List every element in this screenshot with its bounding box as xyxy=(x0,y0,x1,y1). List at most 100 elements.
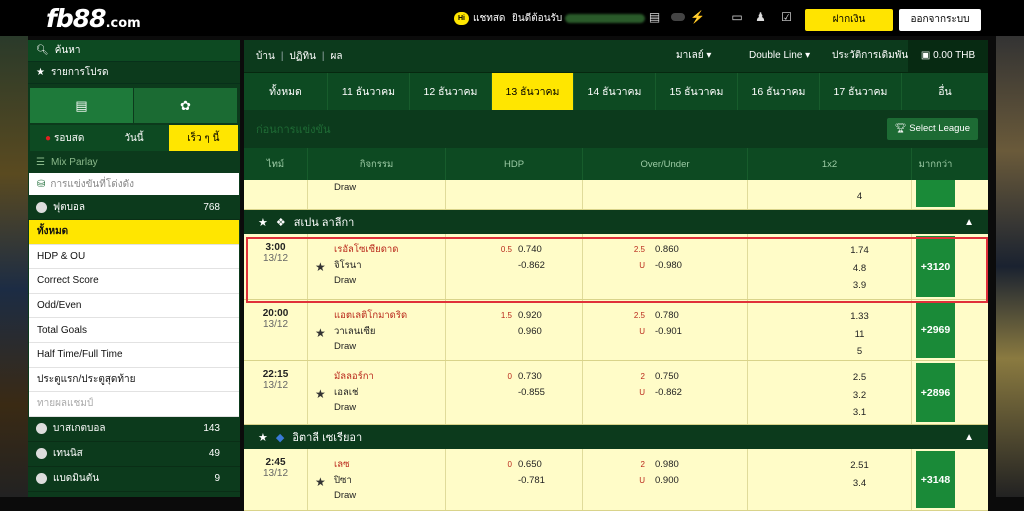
tab-date-15[interactable]: 15 ธันวาคม xyxy=(656,73,738,110)
league-header[interactable]: ★ ◆ อิตาลี เซเรียอา ▲ xyxy=(244,425,988,449)
more-markets-button[interactable]: +3148 xyxy=(916,451,955,508)
checklist-icon[interactable]: ☑ xyxy=(780,11,793,24)
soccer-ball-icon xyxy=(36,201,47,213)
draw-label: Draw xyxy=(334,402,357,413)
hdp-cell: 0 0.650 -0.781 xyxy=(446,449,583,510)
odds-x[interactable]: 4.8 xyxy=(808,260,911,278)
mix-parlay[interactable]: ☰ Mix Parlay xyxy=(28,151,240,173)
odds-hdp-away[interactable]: -0.781 xyxy=(518,473,545,489)
subitem-total-goals[interactable]: Total Goals xyxy=(29,318,239,343)
odds-hdp-away[interactable]: -0.862 xyxy=(518,258,545,274)
tab-date-16[interactable]: 16 ธันวาคม xyxy=(738,73,820,110)
sport-badminton[interactable]: แบดมินตัน 9 xyxy=(28,466,240,492)
more-markets-button[interactable]: +2969 xyxy=(916,302,955,358)
logout-button[interactable]: ออกจากระบบ xyxy=(899,9,981,31)
refresh-icon[interactable]: ⚡ xyxy=(690,11,705,24)
sport-basketball[interactable]: บาสเกตบอล 143 xyxy=(28,416,240,442)
odds-1[interactable]: 1.74 xyxy=(808,242,911,260)
star-icon[interactable]: ★ xyxy=(315,260,326,276)
star-icon[interactable]: ★ xyxy=(315,387,326,403)
subitem-outright[interactable]: ทายผลแชมป์ xyxy=(29,392,239,417)
tab-date-all[interactable]: ทั้งหมด xyxy=(244,73,328,110)
star-icon[interactable]: ★ xyxy=(315,475,326,491)
crumb-results[interactable]: ผล xyxy=(331,49,343,64)
odds-hdp-away[interactable]: 0.960 xyxy=(518,324,542,340)
laliga-logo-icon: ❖ xyxy=(275,216,286,229)
sport-football[interactable]: ฟุตบอล 768 xyxy=(28,195,240,220)
crumb-home[interactable]: บ้าน xyxy=(256,49,275,64)
subitem-hdp-ou[interactable]: HDP & OU xyxy=(29,244,239,270)
sport-tennis[interactable]: เทนนิส 49 xyxy=(28,441,240,467)
user-icon[interactable]: ♟ xyxy=(754,11,767,24)
odds-hdp-away[interactable]: -0.855 xyxy=(518,385,545,401)
odds-hdp-home[interactable]: 0.650 xyxy=(518,457,542,473)
tennis-label: เทนนิส xyxy=(53,448,83,460)
tab-live[interactable]: ● รอบสด xyxy=(30,125,100,151)
odds-under[interactable]: -0.862 xyxy=(655,385,682,401)
odds-over[interactable]: 0.780 xyxy=(655,308,679,324)
subitem-correct-score[interactable]: Correct Score xyxy=(29,269,239,294)
odds-1[interactable]: 2.5 xyxy=(808,369,911,387)
logo[interactable]: fb88.com xyxy=(46,4,141,33)
odds-2[interactable]: 3.1 xyxy=(808,404,911,422)
subitem-all[interactable]: ทั้งหมด xyxy=(29,220,239,245)
collapse-icon[interactable]: ▲ xyxy=(964,217,974,228)
odds-2[interactable]: 5 xyxy=(808,343,911,361)
odds-x[interactable]: 3.2 xyxy=(808,387,911,405)
statement-icon[interactable]: ▤ xyxy=(648,11,661,24)
odds-hdp-home[interactable]: 0.920 xyxy=(518,308,542,324)
more-markets-button[interactable]: +2896 xyxy=(916,363,955,422)
col-hdp: HDP xyxy=(446,148,583,180)
tab-date-other[interactable]: อื่น xyxy=(902,73,988,110)
live-chat-link[interactable]: Hi แชทสด xyxy=(454,0,505,36)
odds-x2[interactable]: 4 xyxy=(857,191,862,202)
tab-today[interactable]: วันนี้ xyxy=(99,125,169,151)
tab-date-17[interactable]: 17 ธันวาคม xyxy=(820,73,902,110)
more-markets-button[interactable]: +3120 xyxy=(916,236,955,297)
subitem-half-full[interactable]: Half Time/Full Time xyxy=(29,342,239,368)
more-markets-button[interactable] xyxy=(916,180,955,207)
tab-date-13[interactable]: 13 ธันวาคม xyxy=(492,73,574,110)
tab-date-12[interactable]: 12 ธันวาคม xyxy=(410,73,492,110)
star-icon[interactable]: ★ xyxy=(258,216,268,229)
odds-hdp-home[interactable]: 0.740 xyxy=(518,242,542,258)
collapse-icon[interactable]: ▲ xyxy=(964,432,974,443)
odds-x[interactable]: 3.4 xyxy=(808,475,911,493)
crumb-separator: | xyxy=(280,50,284,62)
odds-over[interactable]: 0.750 xyxy=(655,369,679,385)
odds-under[interactable]: -0.980 xyxy=(655,258,682,274)
bet-history-link[interactable]: ประวัติการเดิมพัน xyxy=(832,40,908,72)
odds-under[interactable]: -0.901 xyxy=(655,324,682,340)
favorites-row[interactable]: ★ รายการโปรด xyxy=(28,62,240,84)
search-row[interactable]: 🔍︎ ค้นหา xyxy=(28,40,240,62)
select-league-button[interactable]: 🏆︎ Select League xyxy=(886,118,978,140)
paw-icon[interactable]: ✿ xyxy=(134,88,237,123)
odds-over[interactable]: 0.980 xyxy=(655,457,679,473)
star-icon[interactable]: ★ xyxy=(258,431,268,444)
league-header[interactable]: ★ ❖ สเปน ลาลีกา ▲ xyxy=(244,210,988,234)
popular-matches[interactable]: ⛁ การแข่งขันที่โด่งดัง xyxy=(29,173,239,195)
list-view-icon[interactable]: ▤ xyxy=(30,88,133,123)
line-type-dropdown[interactable]: Double Line ▾ xyxy=(749,40,810,72)
odds-1[interactable]: 1.33 xyxy=(808,308,911,326)
table-header: ไทม์ กิจกรรม HDP Over/Under 1x2 มากกว่า xyxy=(244,148,988,180)
tab-date-14[interactable]: 14 ธันวาคม xyxy=(574,73,656,110)
promo-icon[interactable]: ▭ xyxy=(728,11,746,24)
odds-hdp-home[interactable]: 0.730 xyxy=(518,369,542,385)
subitem-odd-even[interactable]: Odd/Even xyxy=(29,293,239,319)
odds-x[interactable]: 11 xyxy=(808,326,911,344)
crumb-calendar[interactable]: ปฏิทิน xyxy=(289,49,316,64)
col-over-under: Over/Under xyxy=(583,148,748,180)
deposit-button[interactable]: ฝากเงิน xyxy=(805,9,893,31)
odds-1[interactable]: 2.51 xyxy=(808,457,911,475)
tab-date-11[interactable]: 11 ธันวาคม xyxy=(328,73,410,110)
star-icon[interactable]: ★ xyxy=(315,326,326,342)
odds-type-dropdown[interactable]: มาเลย์ ▾ xyxy=(676,40,711,72)
odds-over[interactable]: 0.860 xyxy=(655,242,679,258)
favorites-label: รายการโปรด xyxy=(50,67,109,78)
odds-under[interactable]: 0.900 xyxy=(655,473,679,489)
subitem-first-last-goal[interactable]: ประตูแรก/ประตูสุดท้าย xyxy=(29,367,239,393)
tab-early[interactable]: เร็ว ๆ นี้ xyxy=(168,125,238,151)
odds-2[interactable]: 3.9 xyxy=(808,277,911,295)
under-marker: U xyxy=(639,327,645,336)
